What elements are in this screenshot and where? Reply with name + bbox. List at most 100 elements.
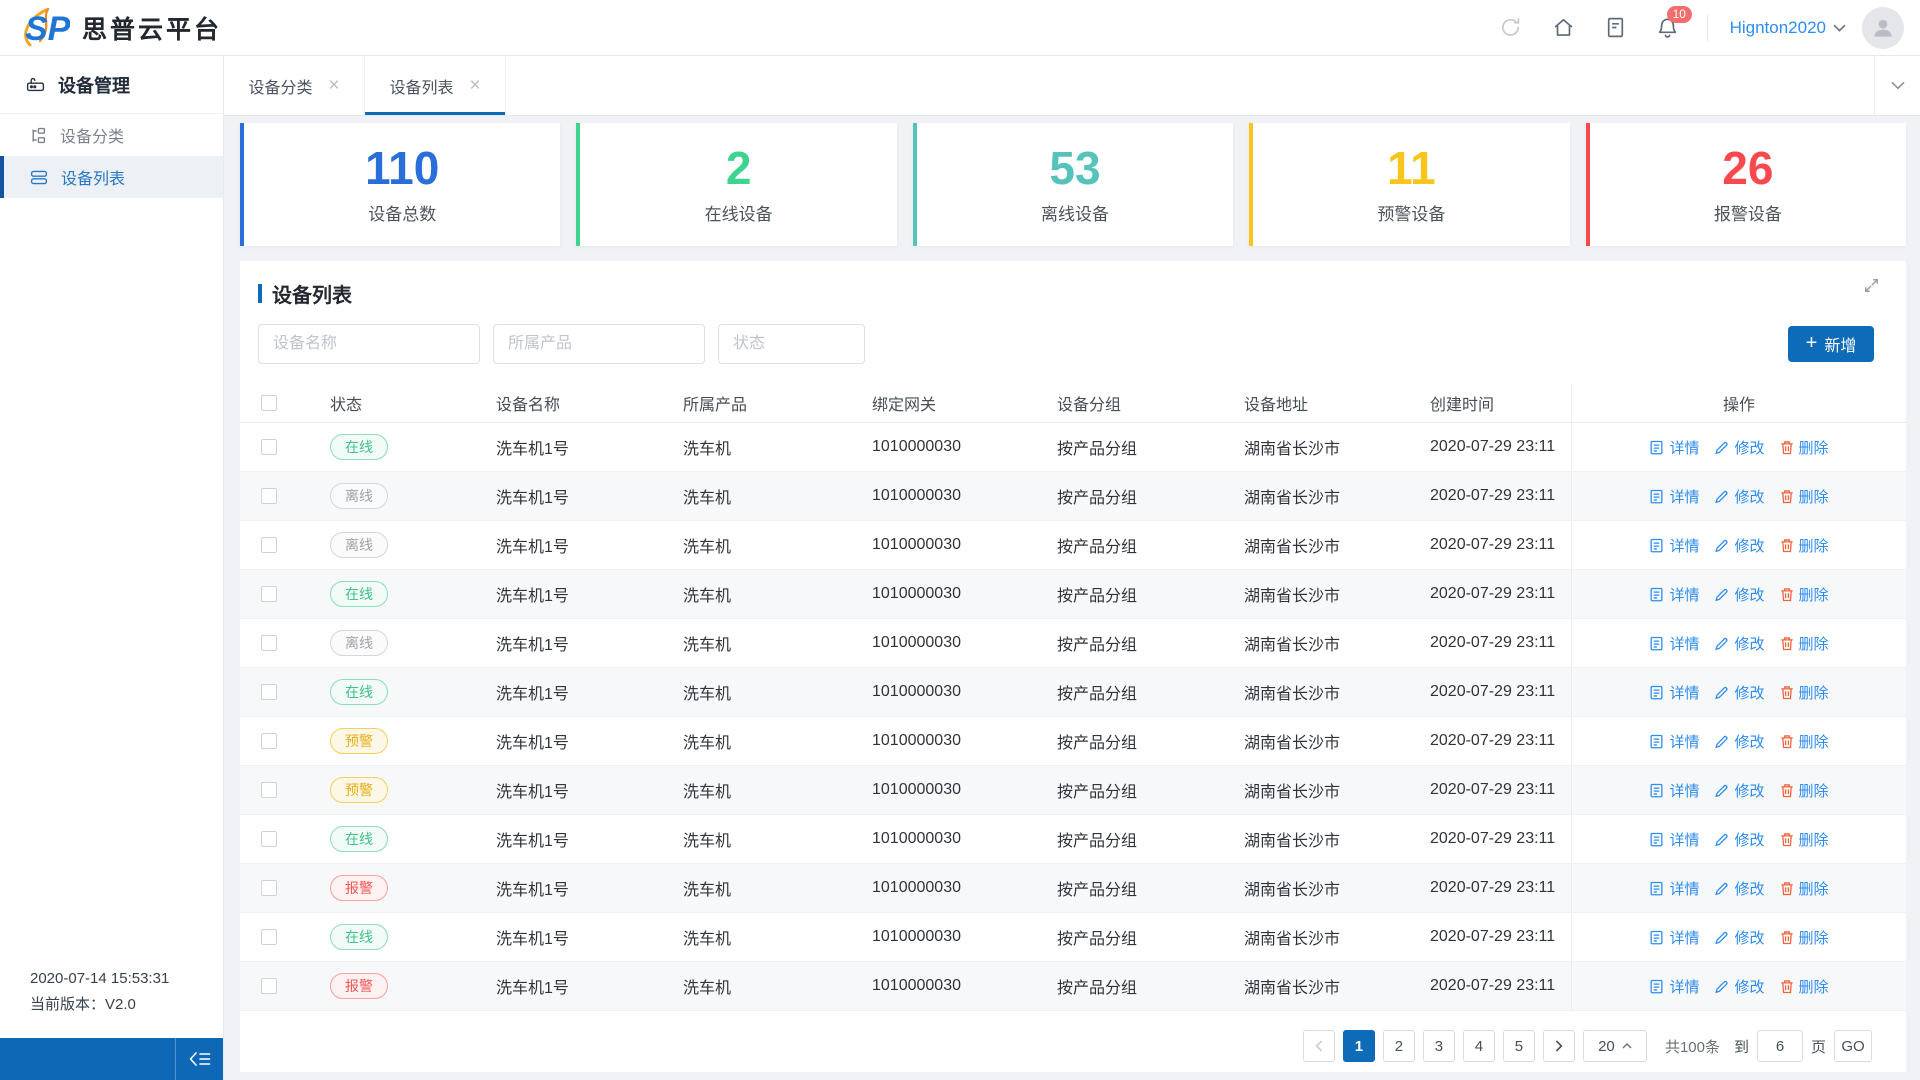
edit-link[interactable]: 修改 — [1714, 486, 1765, 507]
edit-link[interactable]: 修改 — [1714, 878, 1765, 899]
table-row: 离线 洗车机1号 洗车机 1010000030 按产品分组 湖南省长沙市 2020-07-2… — [240, 472, 1906, 521]
detail-link[interactable]: 详情 — [1649, 878, 1699, 899]
detail-link[interactable]: 详情 — [1649, 976, 1699, 997]
cell-device-name: 洗车机1号 — [496, 686, 569, 703]
edit-link[interactable]: 修改 — [1714, 731, 1765, 752]
row-checkbox[interactable] — [261, 782, 277, 798]
detail-link[interactable]: 详情 — [1649, 437, 1699, 458]
delete-link[interactable]: 删除 — [1780, 682, 1829, 703]
collapse-sidebar-button[interactable] — [175, 1038, 223, 1080]
edit-link[interactable]: 修改 — [1714, 780, 1765, 801]
title-accent-bar — [258, 284, 262, 303]
detail-link[interactable]: 详情 — [1649, 780, 1699, 801]
page-button-2[interactable]: 2 — [1382, 1030, 1415, 1062]
sidebar-item-device-category[interactable]: 设备分类 — [0, 114, 223, 156]
jump-page-input[interactable] — [1756, 1030, 1803, 1062]
detail-link[interactable]: 详情 — [1649, 633, 1699, 654]
trash-icon — [1780, 832, 1794, 847]
delete-link[interactable]: 删除 — [1780, 829, 1829, 850]
select-all-checkbox[interactable] — [261, 395, 277, 411]
row-checkbox[interactable] — [261, 929, 277, 945]
page-button-5[interactable]: 5 — [1502, 1030, 1535, 1062]
user-menu[interactable]: Hignton2020 — [1730, 18, 1846, 38]
page-button-3[interactable]: 3 — [1422, 1030, 1455, 1062]
page-button-4[interactable]: 4 — [1462, 1030, 1495, 1062]
detail-link[interactable]: 详情 — [1649, 682, 1699, 703]
status-badge: 在线 — [330, 923, 388, 951]
close-icon[interactable]: × — [469, 76, 480, 95]
refresh-icon[interactable] — [1499, 16, 1522, 39]
edit-link[interactable]: 修改 — [1714, 437, 1765, 458]
detail-link[interactable]: 详情 — [1649, 829, 1699, 850]
delete-link[interactable]: 删除 — [1780, 780, 1829, 801]
notifications-bell-icon[interactable]: 10 — [1656, 5, 1692, 40]
detail-link[interactable]: 详情 — [1649, 927, 1699, 948]
table-row: 预警 洗车机1号 洗车机 1010000030 按产品分组 湖南省长沙市 2020-07-2… — [240, 766, 1906, 815]
row-checkbox[interactable] — [261, 880, 277, 896]
expand-icon[interactable] — [1863, 277, 1880, 294]
trash-icon — [1780, 489, 1794, 504]
detail-icon — [1649, 685, 1664, 700]
delete-link[interactable]: 删除 — [1780, 584, 1829, 605]
delete-link[interactable]: 删除 — [1780, 878, 1829, 899]
device-name-input[interactable] — [258, 324, 480, 364]
tab-device-category[interactable]: 设备分类 × — [224, 56, 365, 115]
row-checkbox[interactable] — [261, 439, 277, 455]
avatar[interactable] — [1862, 6, 1904, 49]
product-input[interactable] — [493, 324, 705, 364]
detail-link[interactable]: 详情 — [1649, 584, 1699, 605]
add-button[interactable]: + 新增 — [1788, 326, 1874, 362]
edit-link[interactable]: 修改 — [1714, 535, 1765, 556]
go-button[interactable]: GO — [1834, 1030, 1872, 1062]
table-row: 报警 洗车机1号 洗车机 1010000030 按产品分组 湖南省长沙市 2020-07-2… — [240, 962, 1906, 1011]
row-checkbox[interactable] — [261, 537, 277, 553]
edit-link[interactable]: 修改 — [1714, 682, 1765, 703]
delete-link[interactable]: 删除 — [1780, 976, 1829, 997]
next-page-button[interactable] — [1542, 1030, 1575, 1062]
detail-link[interactable]: 详情 — [1649, 731, 1699, 752]
document-icon[interactable] — [1605, 16, 1626, 39]
row-checkbox[interactable] — [261, 978, 277, 994]
prev-page-button[interactable] — [1302, 1030, 1335, 1062]
sidebar: 设备管理 设备分类设备列表 2020-07-14 15:53:31 当前版本：V… — [0, 56, 224, 1080]
sidebar-section-device-management[interactable]: 设备管理 — [0, 56, 223, 114]
trash-icon — [1780, 587, 1794, 602]
sidebar-bottom-bar — [0, 1038, 223, 1080]
row-checkbox[interactable] — [261, 684, 277, 700]
detail-link[interactable]: 详情 — [1649, 486, 1699, 507]
cell-address: 湖南省长沙市 — [1244, 784, 1341, 801]
tab-device-list[interactable]: 设备列表 × — [365, 56, 506, 115]
stat-label: 报警设备 — [1713, 204, 1782, 224]
row-checkbox[interactable] — [261, 635, 277, 651]
row-checkbox[interactable] — [261, 831, 277, 847]
delete-link[interactable]: 删除 — [1780, 633, 1829, 654]
status-input[interactable] — [718, 324, 865, 364]
sidebar-item-device-list[interactable]: 设备列表 — [0, 156, 223, 198]
tabbar-chevron-button[interactable] — [1874, 56, 1920, 115]
edit-link[interactable]: 修改 — [1714, 584, 1765, 605]
sidebar-footer: 2020-07-14 15:53:31 当前版本：V2.0 — [30, 966, 169, 1019]
edit-link[interactable]: 修改 — [1714, 829, 1765, 850]
row-checkbox[interactable] — [261, 733, 277, 749]
home-icon[interactable] — [1552, 16, 1575, 39]
page-size-select[interactable]: 20 — [1582, 1030, 1647, 1062]
delete-link[interactable]: 删除 — [1780, 535, 1829, 556]
tabbar-spacer — [506, 56, 1874, 115]
delete-link[interactable]: 删除 — [1780, 731, 1829, 752]
delete-link[interactable]: 删除 — [1780, 927, 1829, 948]
edit-link[interactable]: 修改 — [1714, 633, 1765, 654]
delete-link[interactable]: 删除 — [1780, 486, 1829, 507]
page-button-1[interactable]: 1 — [1342, 1030, 1375, 1062]
close-icon[interactable]: × — [328, 76, 339, 95]
detail-icon — [1649, 832, 1664, 847]
row-checkbox[interactable] — [261, 488, 277, 504]
detail-link[interactable]: 详情 — [1649, 535, 1699, 556]
edit-link[interactable]: 修改 — [1714, 927, 1765, 948]
delete-link[interactable]: 删除 — [1780, 437, 1829, 458]
row-checkbox[interactable] — [261, 586, 277, 602]
cell-created: 2020-07-29 23:11 — [1430, 585, 1556, 602]
col-header-group: 设备分组 — [1057, 397, 1122, 414]
sidebar-item-label: 设备分类 — [60, 129, 125, 146]
edit-link[interactable]: 修改 — [1714, 976, 1765, 997]
detail-icon — [1649, 979, 1664, 994]
